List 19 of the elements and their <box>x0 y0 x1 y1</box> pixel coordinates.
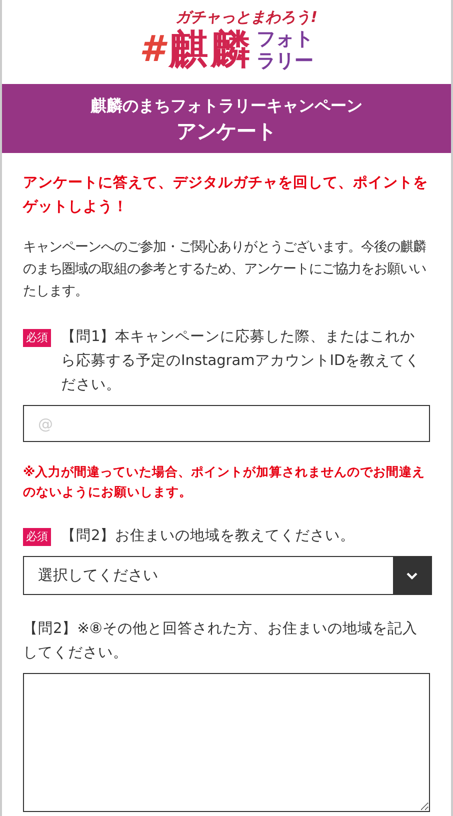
logo-title: 麒麟 <box>168 26 253 74</box>
logo-subtitle: ラリー <box>256 50 314 72</box>
select-field[interactable]: 選択してください <box>23 556 432 595</box>
required-badge: 必須 <box>23 329 51 347</box>
question-label: 【問2】お住まいの地域を教えてください。 <box>61 527 356 546</box>
lead-text: アンケートに答えて、デジタルガチャを回して、ポイントをゲットしよう！ <box>23 174 429 217</box>
warning-note: ※入力が間違っていた場合、ポイントが加算されませんのでお間違えのないようにお願いします。 <box>23 463 426 501</box>
question-label: 【問2】※⑧その他と回答された方、お住まいの地域を記入してください。 <box>23 620 418 663</box>
logo-hashtag: # <box>139 28 165 72</box>
banner-title: 麒麟のまちフォトラリーキャンペーン <box>90 95 364 117</box>
logo-subtitle: フォト <box>256 28 314 50</box>
banner-subtitle: アンケート <box>176 118 278 145</box>
question-label: 【問1】本キャンペーンに応募した際、またはこれから応募する予定のInstagramアカウントIDを教えてください。 <box>61 328 422 395</box>
intro-text: キャンペーンへのご参加・ご関心ありがとうございます。今後の麒麟のまち圏域の取組の参考とするため、アンケートにご協力をお願いいたします。 <box>23 238 427 301</box>
required-badge: 必須 <box>23 528 51 546</box>
logo-tagline: ガチャっとまわろう! <box>176 8 318 26</box>
chevron-down-icon <box>406 572 418 580</box>
input-field[interactable]: @ <box>23 405 430 442</box>
text-area[interactable] <box>23 673 430 812</box>
